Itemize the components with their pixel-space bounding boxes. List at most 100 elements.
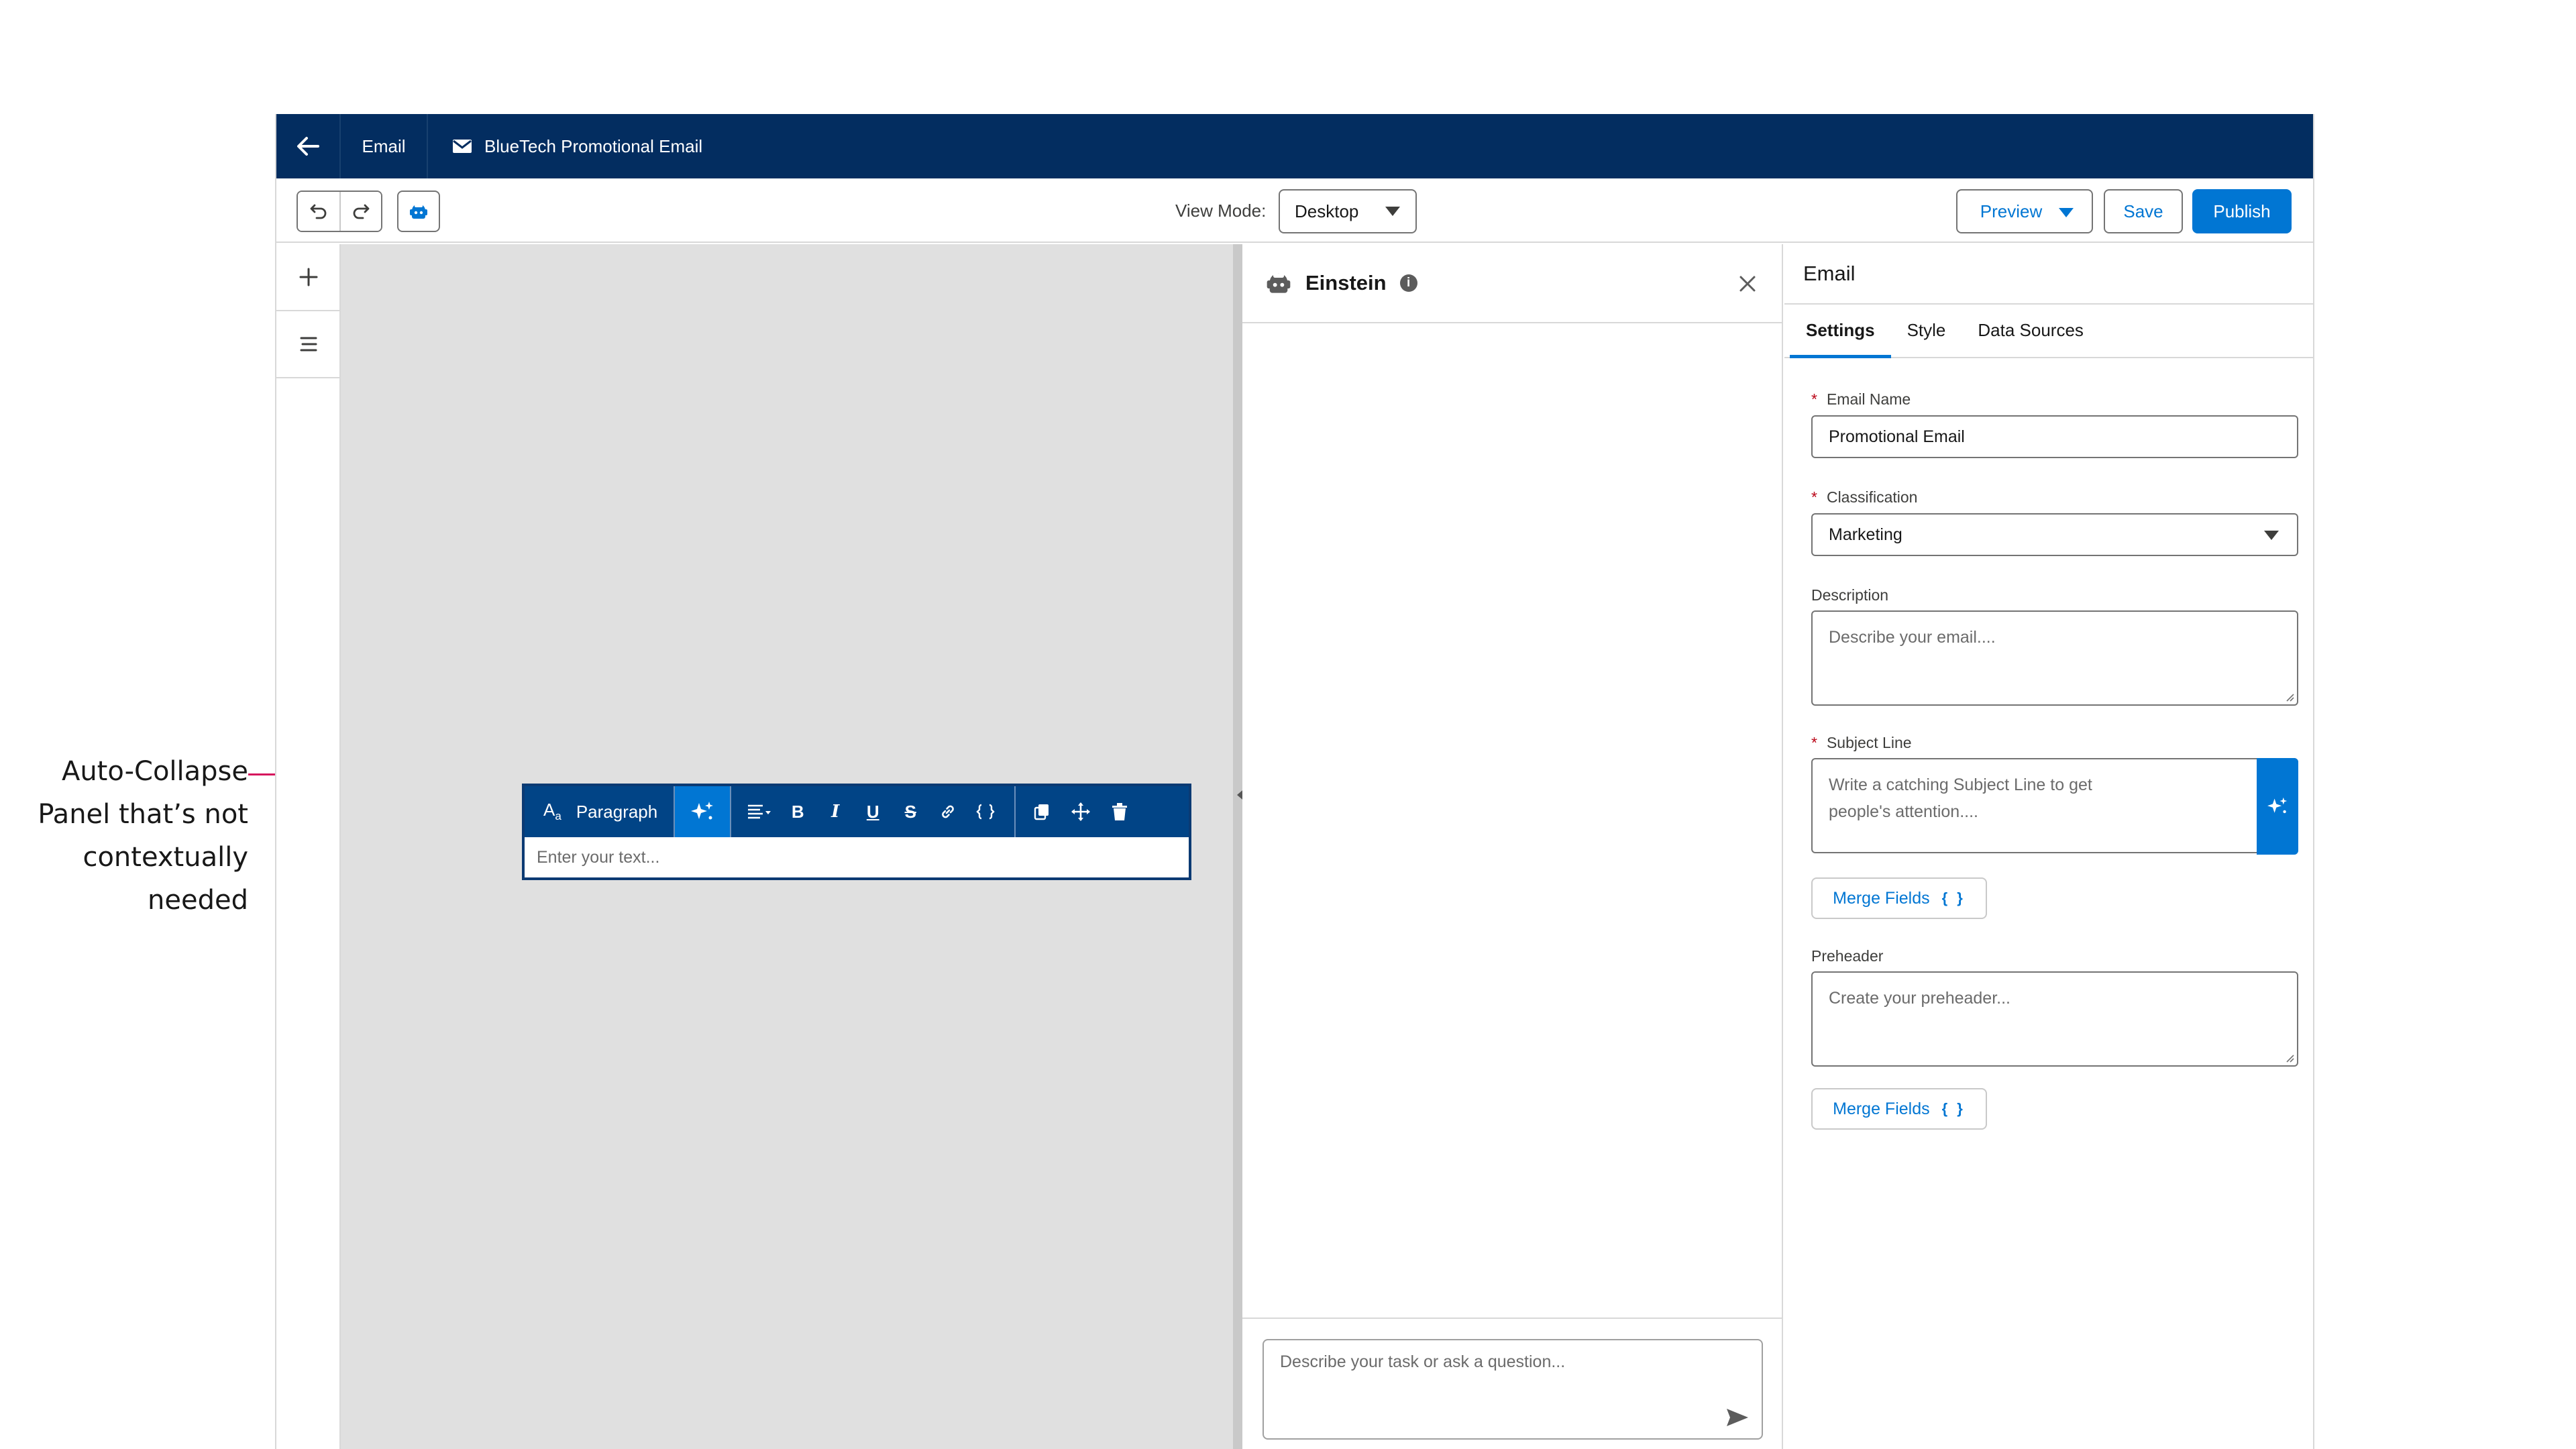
classification-value: Marketing [1829,525,1902,544]
block-type-label: Paragraph [576,801,658,822]
panel-divider[interactable] [1233,244,1242,1449]
outline-button[interactable] [276,311,341,378]
merge-field-button[interactable] [969,795,1002,828]
einstein-title: Einstein [1305,271,1387,294]
annotation-line-3: contextually [83,842,248,873]
redo-icon [353,204,370,219]
subject-line-label: * Subject Line [1811,734,1912,752]
tab-settings[interactable]: Settings [1790,303,1891,358]
arrow-left-icon [297,137,319,156]
email-name-label: * Email Name [1811,390,1911,409]
description-input[interactable]: Describe your email.... [1811,610,2298,706]
close-button[interactable] [1733,270,1762,298]
builder-toolbar: View Mode: Desktop Preview Save Publish [276,178,2313,243]
email-canvas[interactable]: Aa Paragraph B I U S Enter your text... [341,244,1233,1449]
preheader-placeholder: Create your preheader... [1829,989,2010,1008]
curly-braces-icon: { } [1941,1100,1966,1117]
subject-ai-button[interactable] [2257,758,2298,855]
tab-style[interactable]: Style [1891,303,1962,357]
text-style-icon: Aa [543,800,561,823]
nav-tab-email[interactable]: Email [341,114,428,178]
subject-line-input[interactable]: Write a catching Subject Line to get peo… [1811,758,2298,855]
document-title: BlueTech Promotional Email [484,136,703,156]
preheader-input[interactable]: Create your preheader... [1811,971,2298,1067]
back-button[interactable] [276,114,341,178]
envelope-icon [453,140,472,153]
sparkle-icon [2267,797,2288,814]
required-mark: * [1811,390,1817,408]
preview-button[interactable]: Preview [1956,189,2093,233]
send-icon[interactable] [1725,1407,1750,1428]
delete-button[interactable] [1103,795,1136,828]
duplicate-button[interactable] [1025,795,1059,828]
resize-handle-icon[interactable] [2284,1052,2294,1063]
close-icon [1739,276,1756,292]
required-mark: * [1811,734,1817,751]
text-formatting-toolbar: Aa Paragraph B I U S [525,786,1189,837]
bold-button[interactable]: B [781,795,814,828]
top-nav-bar: Email BlueTech Promotional Email [276,114,2313,178]
view-mode-value: Desktop [1295,201,1359,221]
email-builder-app: Email BlueTech Promotional Email View Mo… [275,114,2314,1449]
info-icon[interactable]: i [1399,274,1417,292]
einstein-prompt-input[interactable]: Describe your task or ask a question... [1263,1339,1763,1440]
undo-button[interactable] [298,192,339,231]
curly-braces-icon: { } [1941,890,1966,906]
einstein-icon [1267,273,1291,293]
einstein-toggle-button[interactable] [397,191,440,232]
trash-icon [1112,803,1128,820]
properties-title: Email [1784,244,2313,305]
merge-fields-label: Merge Fields [1833,1099,1930,1118]
copy-icon [1034,804,1049,820]
move-icon [1071,802,1091,821]
save-button[interactable]: Save [2104,189,2183,233]
view-mode-select[interactable]: Desktop [1279,189,1417,233]
strikethrough-button[interactable]: S [894,795,927,828]
text-block-input[interactable]: Enter your text... [525,837,1189,877]
redo-button[interactable] [339,192,381,231]
einstein-header: Einstein i [1242,244,1782,323]
bold-icon: B [791,801,804,822]
description-placeholder: Describe your email.... [1829,628,1996,647]
curly-braces-icon [976,804,995,820]
email-name-input[interactable]: Promotional Email [1811,415,2298,458]
align-left-icon [748,804,771,819]
plus-icon [299,268,318,286]
merge-fields-button[interactable]: Merge Fields { } [1811,877,1987,919]
underline-button[interactable]: U [856,795,890,828]
annotation-text: Auto-Collapse Panel that’s not contextua… [0,750,248,922]
format-buttons: B I U S [730,786,1016,837]
strikethrough-icon: S [904,801,916,822]
classification-label-text: Classification [1826,488,1918,506]
align-button[interactable] [743,795,777,828]
link-button[interactable] [931,795,965,828]
annotation-line-2: Panel that’s not [38,799,248,830]
annotation-line-1: Auto-Collapse [61,756,248,787]
classification-select[interactable]: Marketing [1811,513,2298,556]
undo-icon [310,204,327,219]
ai-generate-button[interactable] [675,786,731,837]
text-block-editor[interactable]: Aa Paragraph B I U S Enter your text... [522,784,1191,880]
annotation-line-4: needed [148,885,248,916]
classification-label: * Classification [1811,488,1917,506]
required-mark: * [1811,488,1817,506]
chevron-down-icon [2059,208,2074,217]
block-type-select[interactable]: Aa Paragraph [525,786,676,837]
subject-line-label-text: Subject Line [1826,734,1912,751]
einstein-icon [410,204,427,219]
preview-label: Preview [1980,201,2043,221]
properties-tabs: Settings Style Data Sources [1784,303,2313,358]
einstein-prompt-placeholder: Describe your task or ask a question... [1280,1352,1566,1371]
publish-button[interactable]: Publish [2192,189,2292,233]
add-component-button[interactable] [276,244,341,311]
move-button[interactable] [1064,795,1097,828]
preheader-label: Preheader [1811,947,1884,965]
resize-handle-icon[interactable] [2284,691,2294,702]
einstein-footer: Describe your task or ask a question... [1242,1318,1782,1449]
merge-fields-button[interactable]: Merge Fields { } [1811,1088,1987,1130]
tab-data-sources[interactable]: Data Sources [1962,303,2100,357]
properties-panel: Email Settings Style Data Sources * Email… [1784,244,2313,1449]
subject-line-placeholder-1: Write a catching Subject Line to get [1829,775,2092,794]
email-name-label-text: Email Name [1826,390,1911,408]
italic-button[interactable]: I [818,795,852,828]
